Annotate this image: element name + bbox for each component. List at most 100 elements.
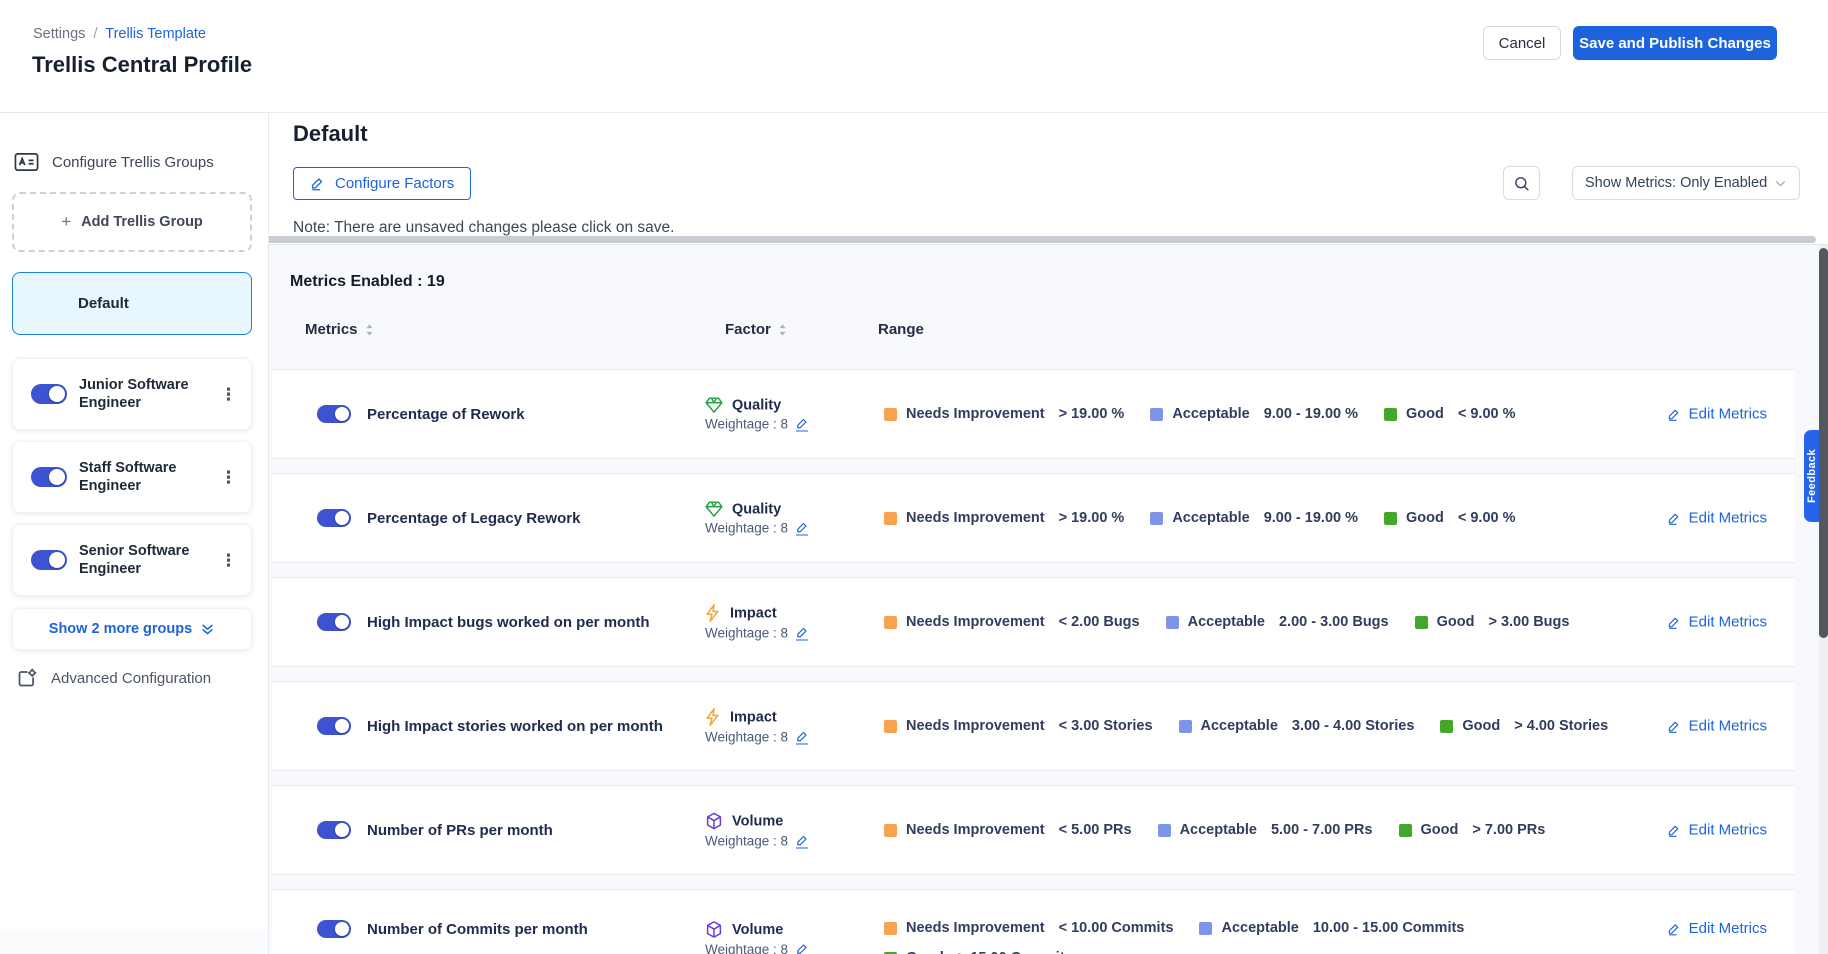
metric-name: High Impact stories worked on per month — [367, 718, 663, 735]
range-color-square — [1150, 408, 1163, 421]
range-value: 3.00 - 4.00 Stories — [1292, 718, 1415, 734]
vertical-scrollbar-thumb[interactable] — [1819, 248, 1828, 638]
search-icon — [1513, 175, 1530, 192]
range-value: < 5.00 PRs — [1059, 822, 1132, 838]
range-color-square — [884, 616, 897, 629]
breadcrumb-separator: / — [89, 26, 101, 42]
sidebar-group-card[interactable]: Senior Software Engineer ⋮ — [12, 524, 252, 596]
metrics-filter-value: Show Metrics: Only Enabled — [1585, 175, 1774, 191]
save-and-publish-button[interactable]: Save and Publish Changes — [1573, 26, 1777, 60]
sidebar-item-default-group[interactable]: Default — [12, 272, 252, 335]
edit-weightage-icon[interactable] — [796, 626, 808, 640]
group-name: Junior Software Engineer — [79, 376, 211, 412]
range-level-label: Acceptable — [1188, 614, 1265, 630]
edit-weightage-icon[interactable] — [796, 417, 808, 431]
metric-row: Number of Commits per month Volume Weigh… — [272, 889, 1795, 954]
range-item: Needs Improvement < 5.00 PRs — [884, 822, 1132, 838]
range-color-square — [884, 408, 897, 421]
range-value: > 19.00 % — [1059, 406, 1125, 422]
edit-weightage-icon[interactable] — [796, 834, 808, 848]
range-value: 9.00 - 19.00 % — [1264, 406, 1358, 422]
factor-name: Impact — [730, 605, 777, 621]
group-enabled-toggle[interactable] — [31, 467, 67, 487]
breadcrumb-settings[interactable]: Settings — [33, 26, 85, 42]
sidebar-group-card[interactable]: Junior Software Engineer ⋮ — [12, 358, 252, 430]
range-item: Needs Improvement< 2.00 Bugs — [884, 614, 1140, 630]
advanced-configuration-button[interactable]: Advanced Configuration — [16, 668, 211, 689]
more-options-icon[interactable]: ⋮ — [220, 552, 237, 569]
edit-icon — [1667, 511, 1681, 525]
range-level-label: Good — [1462, 718, 1500, 734]
column-header-range: Range — [878, 321, 924, 338]
column-header-factor[interactable]: Factor — [725, 321, 787, 338]
edit-weightage-icon[interactable] — [796, 943, 808, 954]
sort-icon — [778, 323, 787, 337]
unsaved-changes-note: Note: There are unsaved changes please c… — [293, 219, 674, 237]
range-value: > 4.00 Stories — [1514, 718, 1608, 734]
metric-row: High Impact stories worked on per month … — [272, 681, 1795, 771]
range-item: Acceptable2.00 - 3.00 Bugs — [1166, 614, 1389, 630]
group-enabled-toggle[interactable] — [31, 384, 67, 404]
feedback-tab[interactable]: Feedback — [1804, 430, 1819, 522]
range-level-label: Needs Improvement — [906, 822, 1045, 838]
volume-cube-icon — [705, 812, 723, 831]
metric-enabled-toggle[interactable] — [317, 821, 351, 839]
range-color-square — [884, 512, 897, 525]
search-button[interactable] — [1503, 166, 1540, 200]
range-item: Acceptable5.00 - 7.00 PRs — [1158, 822, 1373, 838]
range-value: < 9.00 % — [1458, 510, 1516, 526]
range-value: < 10.00 Commits — [1059, 920, 1174, 936]
range-value: < 9.00 % — [1458, 406, 1516, 422]
range-color-square — [1150, 512, 1163, 525]
metric-name: Number of Commits per month — [367, 921, 588, 938]
range-item: Good< 9.00 % — [1384, 406, 1516, 422]
edit-metrics-link[interactable]: Edit Metrics — [1667, 614, 1767, 631]
metrics-table: Metrics Enabled : 19 Metrics Factor Rang… — [269, 245, 1828, 954]
edit-metrics-link[interactable]: Edit Metrics — [1667, 920, 1767, 937]
range-item: Acceptable10.00 - 15.00 Commits — [1199, 920, 1464, 936]
metric-enabled-toggle[interactable] — [317, 405, 351, 423]
range-level-label: Good — [1421, 822, 1459, 838]
metric-name: High Impact bugs worked on per month — [367, 614, 650, 631]
edit-metrics-link[interactable]: Edit Metrics — [1667, 822, 1767, 839]
factor-name: Quality — [732, 501, 781, 517]
range-value: 9.00 - 19.00 % — [1264, 510, 1358, 526]
range-color-square — [884, 824, 897, 837]
more-options-icon[interactable]: ⋮ — [220, 386, 237, 403]
trellis-groups-icon — [14, 152, 39, 172]
group-name: Senior Software Engineer — [79, 542, 211, 578]
weightage-label: Weightage : 8 — [705, 417, 788, 432]
configure-factors-button[interactable]: Configure Factors — [293, 167, 471, 200]
range-color-square — [1158, 824, 1171, 837]
edit-icon — [1667, 823, 1681, 837]
metric-enabled-toggle[interactable] — [317, 717, 351, 735]
cancel-button[interactable]: Cancel — [1483, 26, 1561, 60]
metric-enabled-toggle[interactable] — [317, 613, 351, 631]
range-item: Needs Improvement< 3.00 Stories — [884, 718, 1153, 734]
sidebar-group-card[interactable]: Staff Software Engineer ⋮ — [12, 441, 252, 513]
edit-weightage-icon[interactable] — [796, 730, 808, 744]
advanced-configuration-icon — [16, 668, 37, 689]
range-value: > 3.00 Bugs — [1488, 614, 1569, 630]
metrics-filter-select[interactable]: Show Metrics: Only Enabled — [1572, 166, 1800, 200]
edit-metrics-link[interactable]: Edit Metrics — [1667, 406, 1767, 423]
range-level-label: Good — [906, 950, 944, 954]
show-more-groups-button[interactable]: Show 2 more groups — [12, 608, 252, 650]
edit-metrics-link[interactable]: Edit Metrics — [1667, 510, 1767, 527]
group-enabled-toggle[interactable] — [31, 550, 67, 570]
add-trellis-group-button[interactable]: + Add Trellis Group — [12, 192, 252, 252]
sort-icon — [365, 323, 374, 337]
metric-enabled-toggle[interactable] — [317, 509, 351, 527]
range-item: Good> 15.00 Commits — [884, 950, 1073, 954]
more-options-icon[interactable]: ⋮ — [220, 469, 237, 486]
metric-enabled-toggle[interactable] — [317, 920, 351, 938]
sidebar: Configure Trellis Groups + Add Trellis G… — [0, 113, 269, 930]
metric-name: Percentage of Rework — [367, 406, 525, 423]
column-header-metrics[interactable]: Metrics — [305, 321, 374, 338]
edit-metrics-link[interactable]: Edit Metrics — [1667, 718, 1767, 735]
factor-name: Quality — [732, 397, 781, 413]
horizontal-scrollbar-thumb[interactable] — [269, 236, 1816, 243]
range-level-label: Good — [1437, 614, 1475, 630]
breadcrumb-trellis-template[interactable]: Trellis Template — [105, 26, 206, 42]
edit-weightage-icon[interactable] — [796, 521, 808, 535]
